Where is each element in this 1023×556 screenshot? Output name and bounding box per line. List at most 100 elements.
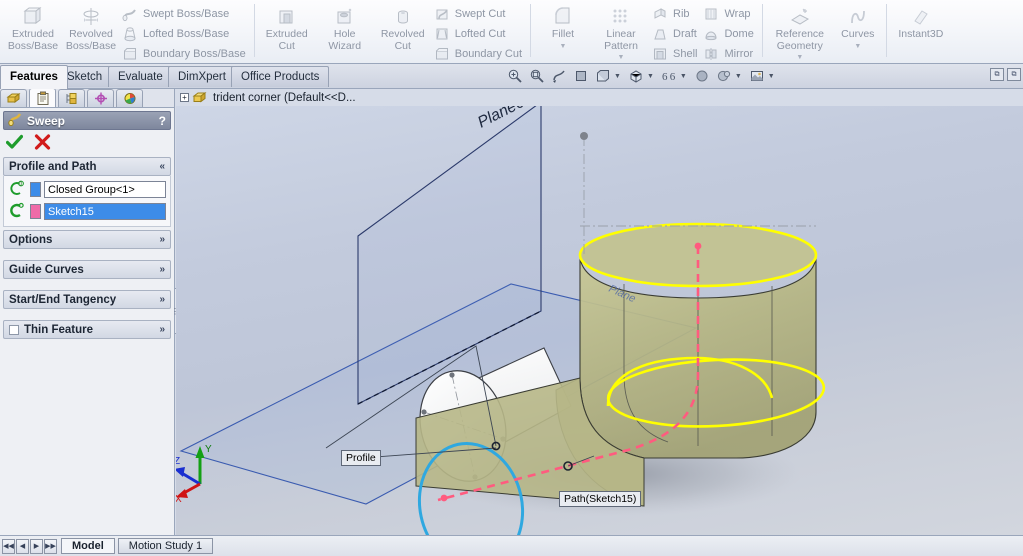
display-style-caret[interactable]: ▼ [614,73,621,80]
scene-backdrop-caret[interactable]: ▼ [768,73,775,80]
chevron-up-icon[interactable]: « [159,161,165,172]
linear-pattern-dropdown-arrow[interactable]: ▼ [618,54,625,61]
tab-evaluate[interactable]: Evaluate [108,66,173,87]
curves-dropdown-arrow[interactable]: ▼ [854,43,861,50]
section-header-start-end-tangency[interactable]: Start/End Tangency » [3,290,171,309]
thin-feature-checkbox[interactable] [9,324,19,335]
boundary-cut-button[interactable]: Boundary Cut [432,44,526,64]
tab-dimxpert[interactable]: DimXpert [168,66,236,87]
ok-button[interactable] [5,134,24,153]
zoom-to-fit-icon[interactable] [505,66,525,86]
tab-model[interactable]: Model [61,538,115,554]
tab-motion-study-1[interactable]: Motion Study 1 [117,538,214,554]
dome-button[interactable]: Dome [701,24,757,44]
fillet-dropdown-arrow[interactable]: ▼ [560,43,567,50]
ribbon-group-features: Fillet ▼ Linear Pattern ▼ Rib Draft Shel… [530,0,762,63]
extruded-boss-base-button[interactable]: Extruded Boss/Base [4,2,62,52]
swept-boss-base-label: Swept Boss/Base [143,8,230,20]
hole-wizard-button[interactable]: Hole Wizard [316,2,374,52]
restore-panel-button[interactable]: ⧉ [1007,68,1021,81]
sweep-property-title-bar: Sweep ? [3,111,171,130]
display-manager-tab[interactable] [116,89,143,107]
edit-appearance-icon[interactable]: 6 6 [659,66,679,86]
features-small-stack-1: Rib Draft Shell [650,2,701,64]
view-settings-icon[interactable] [714,66,734,86]
section-header-guide-curves[interactable]: Guide Curves » [3,260,171,279]
section-header-thin-feature[interactable]: Thin Feature » [3,320,171,339]
lofted-cut-button[interactable]: Lofted Cut [432,24,526,44]
apply-scene-icon[interactable] [692,66,712,86]
extruded-cut-button[interactable]: Extruded Cut [258,2,316,52]
nav-previous-button[interactable]: ◀ [16,538,29,554]
extruded-boss-icon [22,6,44,28]
lofted-boss-icon [122,26,138,42]
profile-callout[interactable]: Profile [341,450,381,466]
reference-geometry-button[interactable]: Reference Geometry [766,2,834,52]
path-selection-field[interactable]: Sketch15 [44,203,166,220]
fillet-button[interactable]: Fillet [534,2,592,41]
view-orientation-icon[interactable] [571,66,591,86]
draft-button[interactable]: Draft [650,24,701,44]
property-manager-tab[interactable] [29,89,56,107]
nav-next-button[interactable]: ▶ [30,538,43,554]
swept-cut-button[interactable]: Swept Cut [432,4,526,24]
mirror-button[interactable]: Mirror [701,44,757,64]
fillet-icon [552,6,574,28]
section-title-options: Options [9,233,53,246]
expand-panel-button[interactable]: ⧉ [990,68,1004,81]
boundary-boss-base-button[interactable]: Boundary Boss/Base [120,44,250,64]
chevron-down-icon-thin-feature[interactable]: » [159,324,165,335]
nav-last-button[interactable]: ▶▶ [44,538,57,554]
path-callout[interactable]: Path(Sketch15) [559,491,642,507]
scene-backdrop-icon[interactable] [747,66,767,86]
boundary-cut-label: Boundary Cut [454,48,522,60]
nav-first-button[interactable]: ◀◀ [2,538,15,554]
mirror-icon [703,46,719,62]
zoom-to-area-icon[interactable] [527,66,547,86]
svg-text:0: 0 [19,181,22,187]
section-header-profile-and-path[interactable]: Profile and Path « [3,157,171,176]
hole-wizard-label: Hole Wizard [328,28,362,52]
path-icon [8,202,26,222]
chevron-down-icon-start-end-tangency[interactable]: » [159,294,165,305]
swept-boss-base-button[interactable]: Swept Boss/Base [120,4,250,24]
graphics-viewport[interactable]: Plane6 Plane Y Z X Profile Path(Sketch15… [176,106,1023,535]
shell-button[interactable]: Shell [650,44,701,64]
feature-manager-tab[interactable] [0,89,27,107]
feature-tree-root-item[interactable]: + trident corner (Default<<D... [176,89,1023,106]
chevron-down-icon-options[interactable]: » [159,234,165,245]
instant3d-label: Instant3D [898,28,944,40]
profile-selection-field[interactable]: Closed Group<1> [44,181,166,198]
profile-icon: 0 [8,180,26,200]
dimxpert-manager-tab[interactable] [87,89,114,107]
wrap-button[interactable]: Wrap [701,4,757,24]
hide-show-items-caret[interactable]: ▼ [647,73,654,80]
tab-features[interactable]: Features [0,65,68,89]
curves-button[interactable]: Curves [834,2,882,41]
expand-tree-icon[interactable]: + [180,93,189,102]
edit-appearance-caret[interactable]: ▼ [680,73,687,80]
property-manager-tab-row [0,89,174,108]
boss-base-small-stack: Swept Boss/Base Lofted Boss/Base Boundar… [120,2,250,64]
instant3d-button[interactable]: Instant3D [890,2,952,41]
ribbon-group-reference: Reference Geometry ▼ Curves ▼ [761,0,886,63]
cancel-button[interactable] [34,134,51,153]
extruded-cut-label: Extruded Cut [265,28,308,52]
section-view-icon[interactable] [549,66,569,86]
reference-geometry-dropdown-arrow[interactable]: ▼ [796,54,803,61]
configuration-manager-tab[interactable] [58,89,85,107]
display-style-icon[interactable] [593,66,613,86]
view-settings-caret[interactable]: ▼ [735,73,742,80]
rib-icon [652,6,668,22]
section-header-options[interactable]: Options » [3,230,171,249]
chevron-down-icon-guide-curves[interactable]: » [159,264,165,275]
revolved-boss-base-button[interactable]: Revolved Boss/Base [62,2,120,52]
hide-show-items-icon[interactable] [626,66,646,86]
tab-office-products[interactable]: Office Products [231,66,330,87]
lofted-boss-base-button[interactable]: Lofted Boss/Base [120,24,250,44]
help-button[interactable]: ? [159,114,166,128]
hole-wizard-icon [334,6,356,28]
rib-button[interactable]: Rib [650,4,701,24]
revolved-cut-button[interactable]: Revolved Cut [374,2,432,52]
linear-pattern-button[interactable]: Linear Pattern [592,2,650,52]
